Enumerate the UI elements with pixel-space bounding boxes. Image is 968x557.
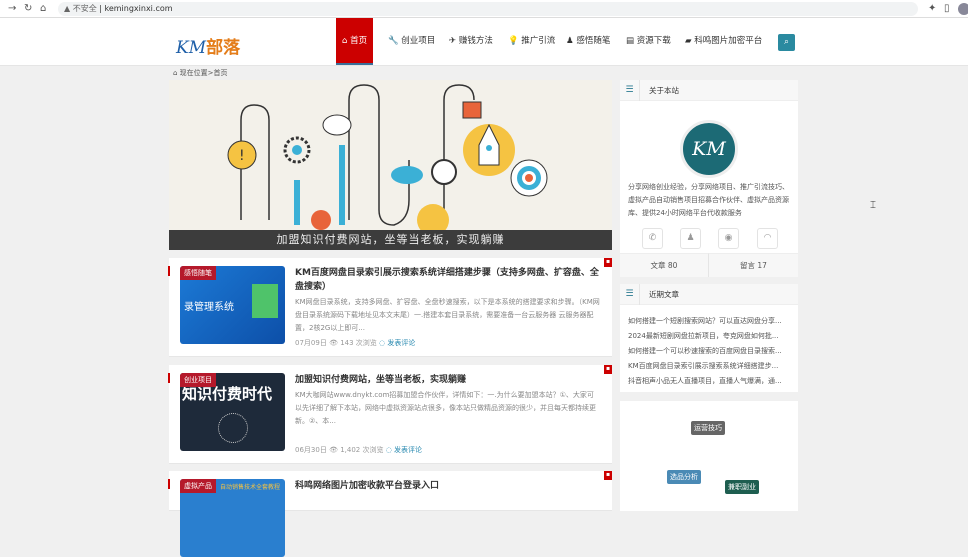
site-description: 分享网络创业经验，分享网络项目、推广引流技巧、虚拟产品自动销售项目招募合作伙伴、… bbox=[628, 183, 789, 217]
thumbnail-graphic bbox=[218, 413, 248, 443]
menu-icon: ☰ bbox=[620, 80, 640, 101]
nav-promotion[interactable]: 💡 推广引流 bbox=[502, 18, 561, 65]
about-widget: ☰ 关于本站 KM 分享网络创业经验，分享网络项目、推广引流技巧、虚拟产品自动销售… bbox=[620, 80, 798, 277]
post-thumbnail[interactable]: 录管理系统 感悟随笔 bbox=[180, 266, 285, 344]
bookmark-icon[interactable]: ▪ bbox=[604, 258, 612, 267]
post-card: 录管理系统 感悟随笔 KM百度网盘目录索引展示搜索系统详细搭建步骤（支持多网盘、… bbox=[168, 258, 612, 357]
sidepanel-icon[interactable]: ▯ bbox=[944, 3, 950, 14]
post-excerpt: KM网盘目录系统，支持多网盘、扩容盘、全盘秒速搜索，以下是本系统的搭建要求和步骤… bbox=[295, 298, 600, 332]
tag-cloud-widget: 运营技巧 选品分析 兼职副业 bbox=[620, 401, 798, 511]
post-thumbnail[interactable]: 知识付费时代 创业项目 bbox=[180, 373, 285, 451]
accent-bar bbox=[168, 266, 170, 276]
eye-icon: 👁 bbox=[329, 446, 338, 454]
search-button[interactable]: ⌕ bbox=[778, 34, 795, 51]
browser-toolbar: → ↻ ⌂ ▲ 不安全 | kemingxinxi.com ✦ ▯ bbox=[0, 0, 968, 18]
home-icon: ⌂ bbox=[173, 69, 180, 77]
nav-home[interactable]: ⌂ 首页 bbox=[336, 18, 374, 65]
banner-slider[interactable]: ! 加盟知识付费网站，坐等当老板，实现躺赚 bbox=[169, 80, 612, 250]
site-logo[interactable]: KM部落 bbox=[176, 33, 240, 58]
nav-image-platform[interactable]: ▰ 科鸣图片加密平台 bbox=[679, 18, 768, 65]
wechat-icon[interactable]: ✆ bbox=[642, 228, 663, 249]
back-icon[interactable]: → bbox=[8, 3, 16, 14]
extensions-icon[interactable]: ✦ bbox=[928, 3, 936, 14]
warning-icon: ▲ bbox=[64, 4, 73, 13]
post-card: 自动销售技术全套教程 虚拟产品 科鸣网络图片加密收款平台登录入口 ▪ bbox=[168, 471, 612, 557]
bookmark-icon[interactable]: ▪ bbox=[604, 365, 612, 374]
nav-downloads[interactable]: ▤ 资源下载 bbox=[620, 18, 677, 65]
bookmark-icon[interactable]: ▪ bbox=[604, 471, 612, 480]
comment-link[interactable]: ◌ 发表评论 bbox=[386, 446, 422, 454]
recent-post-link[interactable]: 抖音相声小品无人直播项目，直播人气爆满，通... bbox=[628, 376, 793, 386]
qq-icon[interactable]: ♟ bbox=[680, 228, 701, 249]
widget-title: 关于本站 bbox=[649, 86, 679, 95]
recent-post-link[interactable]: 如何搭建一个可以秒速搜索的百度网盘目录搜索... bbox=[628, 346, 793, 356]
recent-post-link[interactable]: 2024最新短剧网盘拉新项目，夸克网盘如何批... bbox=[628, 331, 793, 341]
category-badge[interactable]: 感悟随笔 bbox=[180, 266, 216, 280]
post-meta: 07月09日 👁 143 次浏览 ◌ 发表评论 bbox=[295, 339, 416, 347]
post-excerpt: KM大咖网站www.dnykt.com招募加盟合作伙伴，详情如下：一.为什么要加… bbox=[295, 391, 596, 425]
banner-caption: 加盟知识付费网站，坐等当老板，实现躺赚 bbox=[169, 230, 612, 250]
nav-startup[interactable]: 🔧 创业项目 bbox=[382, 18, 441, 65]
mouse-cursor-icon: ⌶ bbox=[870, 200, 876, 211]
site-avatar: KM bbox=[680, 120, 738, 178]
post-thumbnail[interactable]: 自动销售技术全套教程 虚拟产品 bbox=[180, 479, 285, 557]
tag-link[interactable]: 兼职副业 bbox=[725, 480, 759, 494]
post-title[interactable]: 科鸣网络图片加密收款平台登录入口 bbox=[295, 479, 600, 493]
post-title[interactable]: 加盟知识付费网站，坐等当老板，实现躺赚 bbox=[295, 373, 600, 387]
site-header: KM部落 ⌂ 首页 🔧 创业项目 ✈ 赚钱方法 💡 推广引流 ♟ 感悟随笔 ▤ … bbox=[0, 18, 968, 66]
home-icon[interactable]: ⌂ bbox=[40, 3, 46, 14]
recent-post-link[interactable]: 如何搭建一个短剧搜索网站？可以直达网盘分享... bbox=[628, 316, 793, 326]
tag-link[interactable]: 选品分析 bbox=[667, 470, 701, 484]
category-badge[interactable]: 虚拟产品 bbox=[180, 479, 216, 493]
post-card: 知识付费时代 创业项目 加盟知识付费网站，坐等当老板，实现躺赚 KM大咖网站ww… bbox=[168, 365, 612, 464]
tag-link[interactable]: 运营技巧 bbox=[691, 421, 725, 435]
svg-text:!: ! bbox=[239, 148, 245, 164]
eye-icon: 👁 bbox=[329, 339, 338, 347]
thumbnail-graphic bbox=[252, 284, 278, 318]
breadcrumb: ⌂ 现在位置>首页 bbox=[173, 69, 228, 77]
banner-illustration: ! bbox=[227, 84, 548, 230]
accent-bar bbox=[168, 373, 170, 383]
comment-link[interactable]: ◌ 发表评论 bbox=[379, 339, 415, 347]
accent-bar bbox=[168, 479, 170, 489]
comment-count: 留言 17 bbox=[709, 253, 798, 277]
rss-icon[interactable]: ◠ bbox=[757, 228, 778, 249]
recent-post-link[interactable]: KM百度网盘目录索引展示搜索系统详细搭建步... bbox=[628, 361, 793, 371]
nav-money[interactable]: ✈ 赚钱方法 bbox=[443, 18, 499, 65]
profile-avatar[interactable] bbox=[958, 3, 968, 15]
address-bar[interactable]: ▲ 不安全 | kemingxinxi.com bbox=[58, 2, 918, 16]
post-title[interactable]: KM百度网盘目录索引展示搜索系统详细搭建步骤（支持多网盘、扩容盘、全盘搜索） bbox=[295, 266, 600, 294]
widget-title: 近期文章 bbox=[649, 290, 679, 299]
post-meta: 06月30日 👁 1,402 次浏览 ◌ 发表评论 bbox=[295, 446, 423, 454]
article-count: 文章 80 bbox=[620, 253, 709, 277]
weibo-icon[interactable]: ◉ bbox=[718, 228, 739, 249]
menu-icon: ☰ bbox=[620, 284, 640, 305]
nav-essays[interactable]: ♟ 感悟随笔 bbox=[560, 18, 616, 65]
reload-icon[interactable]: ↻ bbox=[24, 3, 32, 14]
category-badge[interactable]: 创业项目 bbox=[180, 373, 216, 387]
recent-posts-widget: ☰ 近期文章 如何搭建一个短剧搜索网站？可以直达网盘分享... 2024最新短剧网… bbox=[620, 284, 798, 392]
